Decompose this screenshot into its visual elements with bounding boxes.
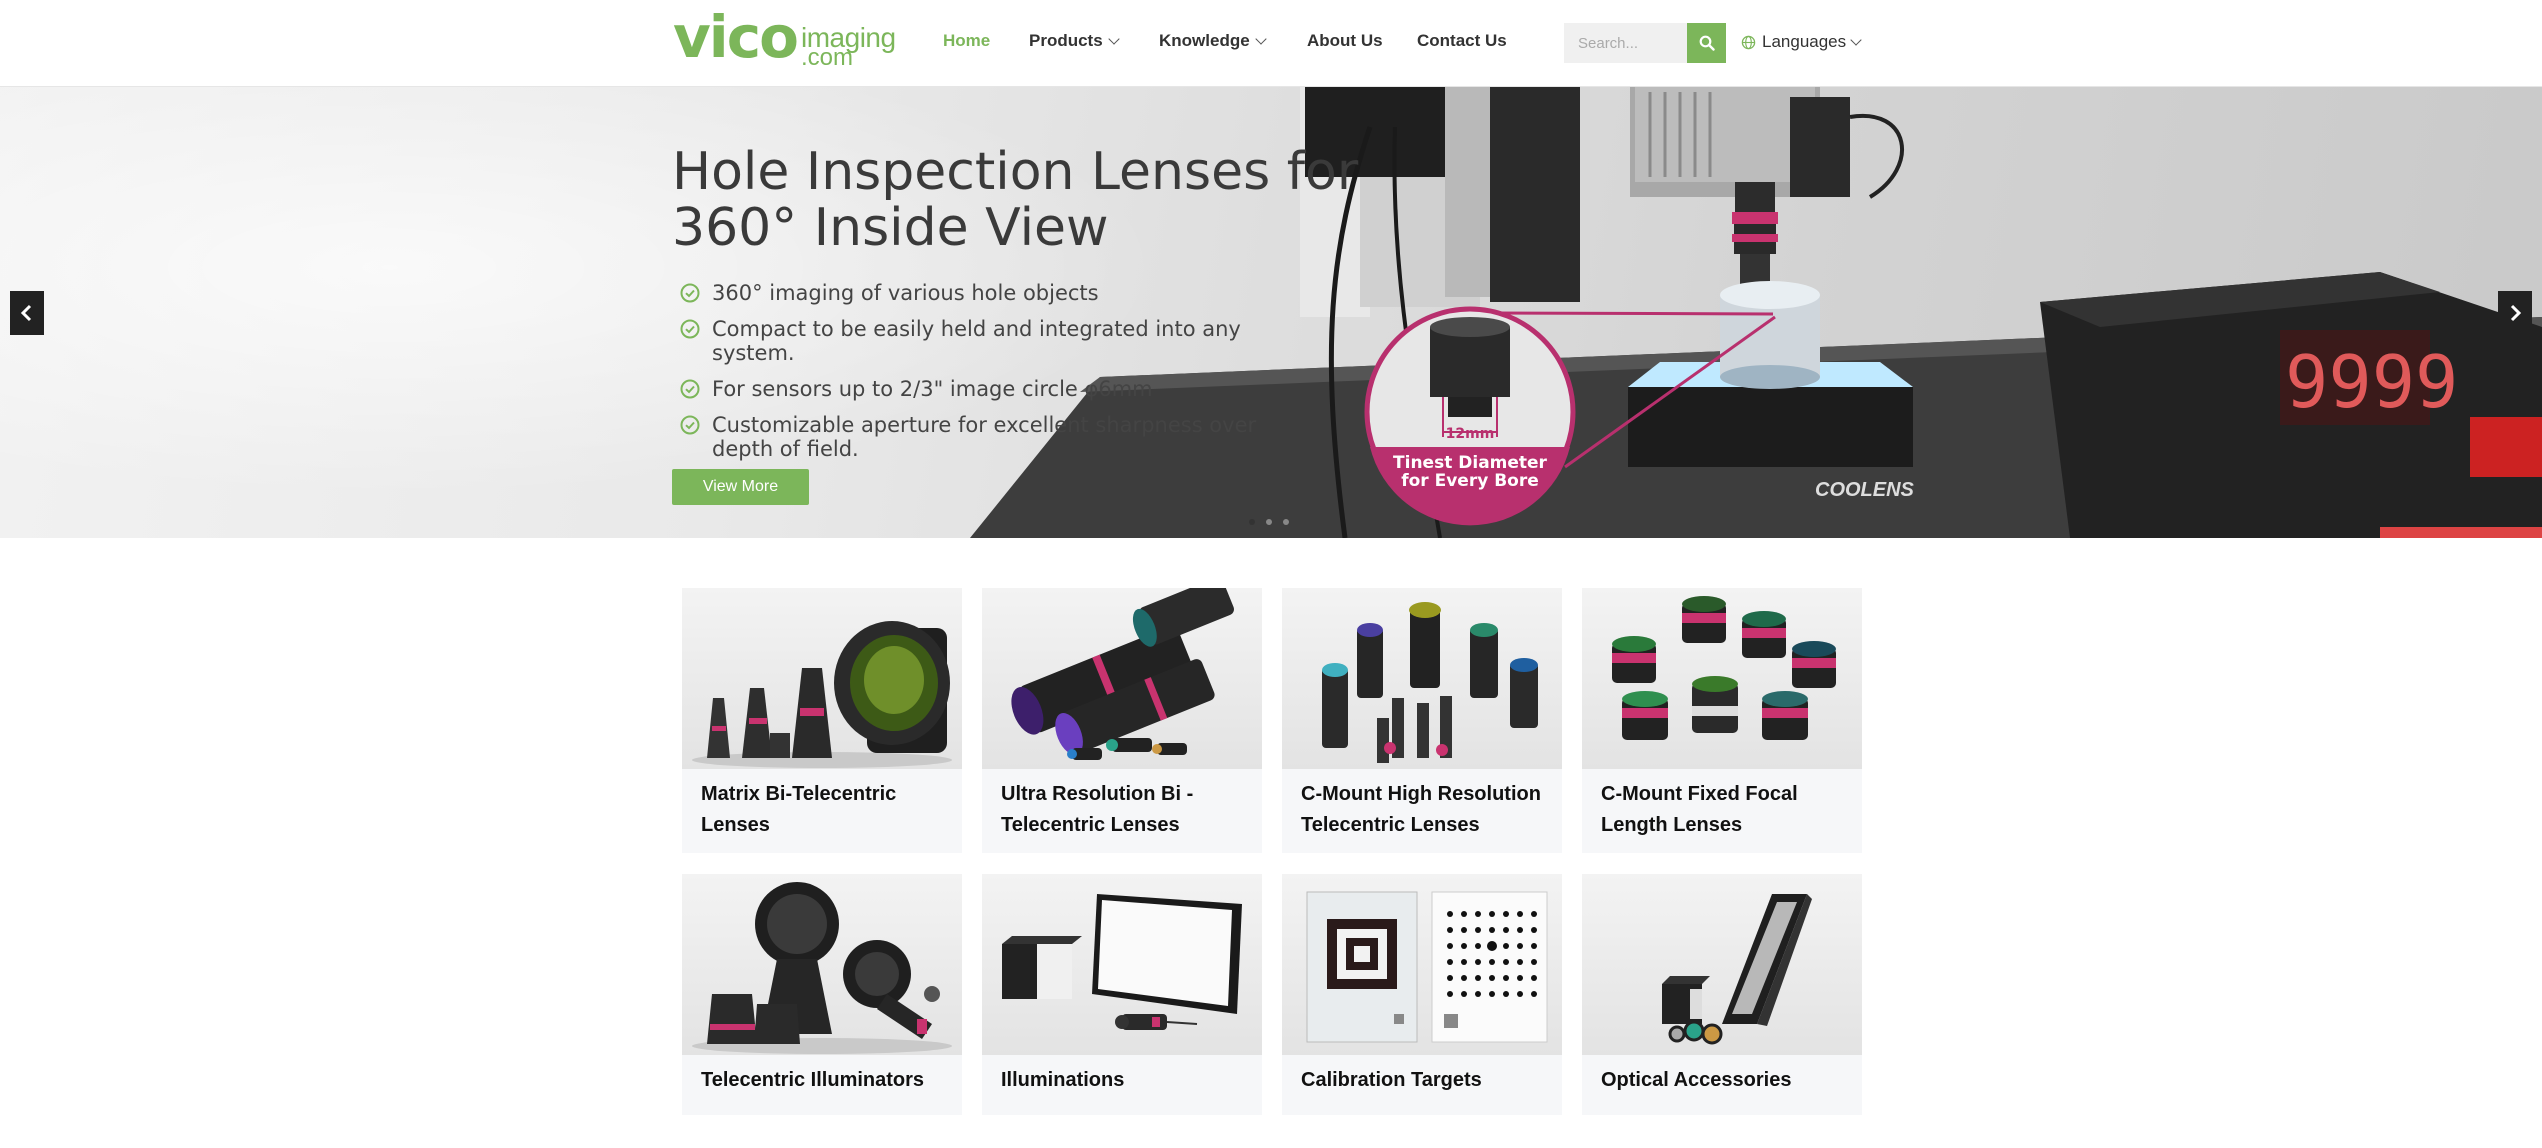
product-label: Telecentric Illuminators — [701, 1069, 925, 1091]
callout-dimension: 12mm — [1446, 426, 1495, 442]
check-circle-icon — [680, 319, 700, 339]
product-label: Optical Accessories — [1601, 1069, 1792, 1091]
languages-label: Languages — [1762, 32, 1847, 51]
feature-text: 360° imaging of various hole objects — [712, 281, 1099, 305]
product-card-c-mount-high-resolution-telecentric[interactable]: C-Mount High Resolution Telecentric Lens… — [1282, 588, 1562, 853]
search-button[interactable] — [1687, 23, 1726, 63]
feature-text: Compact to be easily held and integrated… — [712, 317, 1241, 365]
slider-pagination — [1249, 519, 1289, 525]
product-label: Matrix Bi-Telecentric Lenses — [701, 783, 897, 836]
product-label: C-Mount Fixed Focal Length Lenses — [1601, 783, 1798, 836]
box-brand-label: COOLENS — [1815, 479, 1915, 501]
chevron-right-icon — [2510, 304, 2522, 322]
check-circle-icon — [680, 379, 700, 399]
callout-line1: Tinest Diameter — [1393, 453, 1548, 473]
feature-text: Customizable aperture for excellent shar… — [712, 413, 1257, 461]
product-card-matrix-bi-telecentric[interactable]: Matrix Bi-Telecentric Lenses — [682, 588, 962, 853]
slider-dot[interactable] — [1249, 519, 1255, 525]
product-label: Ultra Resolution Bi -Telecentric Lenses — [1001, 783, 1194, 836]
hero-slider: COOLENS 9999 12mm Tinest Diameter for Ev… — [0, 87, 2542, 538]
feature-item: Customizable aperture for excellent shar… — [680, 413, 1320, 461]
chevron-left-icon — [20, 304, 32, 322]
view-more-button[interactable]: View More — [672, 469, 809, 505]
chevron-down-icon — [1108, 32, 1120, 45]
slider-dot[interactable] — [1283, 519, 1289, 525]
search-icon — [1699, 35, 1715, 51]
chevron-down-icon — [1850, 33, 1862, 46]
product-image — [1582, 588, 1862, 769]
display-readout: 9999 — [2285, 340, 2458, 424]
nav-about-us[interactable]: About Us — [1307, 31, 1383, 51]
product-card-calibration-targets[interactable]: Calibration Targets — [1282, 874, 1562, 1115]
product-label: Calibration Targets — [1301, 1069, 1482, 1091]
vico-logo[interactable]: vico imaging .com — [673, 8, 896, 71]
nav-products[interactable]: Products — [1029, 31, 1120, 51]
product-image — [982, 874, 1262, 1055]
nav-home[interactable]: Home — [943, 31, 990, 51]
hero-feature-list: 360° imaging of various hole objects Com… — [680, 281, 1320, 473]
product-card-optical-accessories[interactable]: Optical Accessories — [1582, 874, 1862, 1115]
product-image — [1282, 588, 1562, 769]
globe-icon — [1741, 35, 1756, 49]
check-circle-icon — [680, 415, 700, 435]
hero-title: Hole Inspection Lenses for 360° Inside V… — [672, 142, 1359, 258]
callout-line2: for Every Bore — [1401, 471, 1539, 491]
search-input[interactable] — [1564, 23, 1687, 63]
slider-next-button[interactable] — [2498, 291, 2532, 335]
product-card-c-mount-fixed-focal[interactable]: C-Mount Fixed Focal Length Lenses — [1582, 588, 1862, 853]
nav-knowledge[interactable]: Knowledge — [1159, 31, 1267, 51]
slider-prev-button[interactable] — [10, 291, 44, 335]
chevron-down-icon — [1255, 32, 1267, 45]
logo-sub-bottom: .com — [801, 44, 854, 71]
feature-text: For sensors up to 2/3" image circle φ6mm — [712, 377, 1153, 401]
languages-dropdown[interactable]: Languages — [1741, 32, 1862, 52]
product-image — [1582, 874, 1862, 1055]
product-card-telecentric-illuminators[interactable]: Telecentric Illuminators — [682, 874, 962, 1115]
product-card-ultra-resolution-bi-telecentric[interactable]: Ultra Resolution Bi -Telecentric Lenses — [982, 588, 1262, 853]
product-image — [1282, 874, 1562, 1055]
nav-contact-us[interactable]: Contact Us — [1417, 31, 1507, 51]
product-image — [982, 588, 1262, 769]
product-card-illuminations[interactable]: Illuminations — [982, 874, 1262, 1115]
product-image — [682, 874, 962, 1055]
feature-item: Compact to be easily held and integrated… — [680, 317, 1320, 365]
check-circle-icon — [680, 283, 700, 303]
feature-item: For sensors up to 2/3" image circle φ6mm — [680, 377, 1320, 401]
site-header: vico imaging .com Home Products Knowledg… — [0, 0, 2542, 87]
product-label: Illuminations — [1001, 1069, 1125, 1091]
product-image — [682, 588, 962, 769]
product-label: C-Mount High Resolution Telecentric Lens… — [1301, 783, 1541, 836]
feature-item: 360° imaging of various hole objects — [680, 281, 1320, 305]
logo-wordmark: vico — [673, 3, 799, 71]
slider-dot[interactable] — [1266, 519, 1272, 525]
